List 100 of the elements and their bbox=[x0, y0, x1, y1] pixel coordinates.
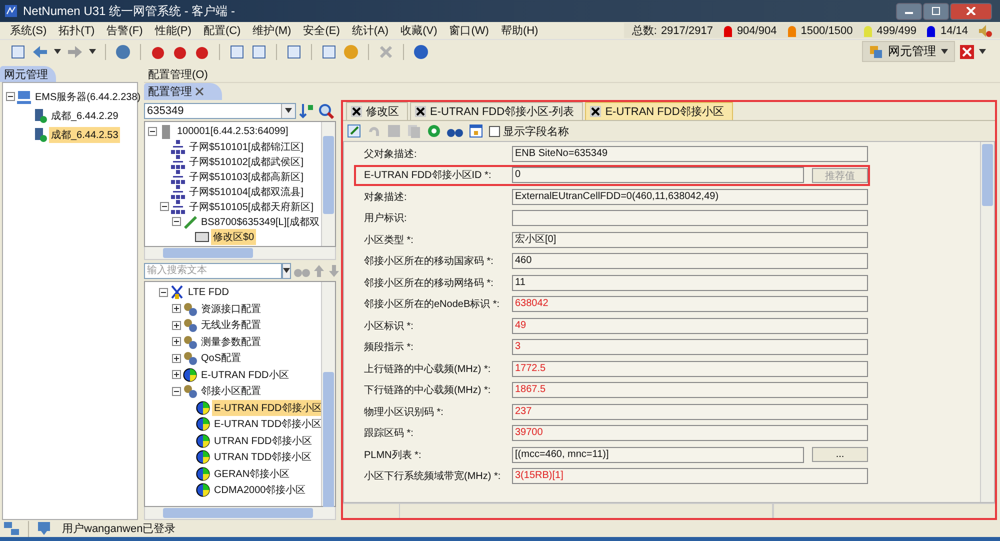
input-field[interactable]: ExternalEUtranCellFDD=0(460,11,638042,49) bbox=[512, 188, 868, 205]
scrollbar[interactable] bbox=[144, 247, 336, 260]
tree-item[interactable]: UTRAN FDD邻接小区 bbox=[212, 432, 314, 449]
tree-item[interactable]: 子网$510103[成都高新区] bbox=[187, 168, 306, 184]
scrollbar[interactable] bbox=[321, 122, 335, 246]
input-field[interactable]: 1867.5 bbox=[512, 382, 868, 398]
menu-item[interactable]: 性能(P) bbox=[148, 23, 198, 38]
expander-icon[interactable] bbox=[172, 370, 181, 380]
expander-icon[interactable] bbox=[148, 127, 157, 136]
expander-icon[interactable] bbox=[172, 217, 181, 226]
tree-item[interactable]: 子网$510101[成都锦江区] bbox=[187, 138, 306, 154]
menu-item[interactable]: 配置(C) bbox=[197, 23, 247, 38]
tree-item[interactable]: 测量参数配置 bbox=[199, 334, 263, 350]
input-field[interactable]: 49 bbox=[512, 318, 868, 334]
view-tab[interactable]: 配置管理 bbox=[144, 83, 222, 100]
close-icon[interactable] bbox=[590, 106, 602, 117]
expander-icon[interactable] bbox=[172, 337, 181, 346]
menu-item[interactable]: 告警(F) bbox=[100, 23, 149, 38]
tree-item[interactable]: 子网$510102[成都武侯区] bbox=[187, 154, 306, 170]
caret-icon[interactable] bbox=[979, 49, 986, 54]
expander-icon[interactable] bbox=[172, 304, 181, 314]
tree-item[interactable]: CDMA2000邻接小区 bbox=[212, 482, 308, 498]
editor-tab[interactable]: E-UTRAN FDD邻接小区-列表 bbox=[410, 102, 584, 120]
perspective-button[interactable]: 网元管理 bbox=[862, 41, 955, 62]
window-icon[interactable] bbox=[469, 124, 483, 138]
input-field[interactable]: 3 bbox=[512, 339, 868, 356]
tree-item[interactable]: LTE FDD bbox=[186, 286, 231, 299]
input-field[interactable]: 11 bbox=[512, 274, 868, 291]
tree-item[interactable]: 邻接小区配置 bbox=[199, 383, 263, 400]
device-icon bbox=[33, 108, 47, 122]
field-label: E-UTRAN FDD邻接小区ID *: bbox=[363, 168, 492, 182]
menu-item[interactable]: 拓扑(T) bbox=[52, 23, 101, 38]
expander-icon[interactable] bbox=[6, 92, 15, 101]
field-button[interactable]: ... bbox=[812, 447, 868, 462]
window-icon[interactable] bbox=[229, 44, 245, 60]
edit-icon[interactable] bbox=[347, 124, 361, 138]
tree-item[interactable]: 资源接口配置 bbox=[199, 300, 263, 317]
input-field[interactable]: 宏小区[0] bbox=[512, 232, 868, 248]
tree-item[interactable]: E-UTRAN TDD邻接小区 bbox=[212, 416, 321, 432]
tree-item[interactable]: 子网$510104[成都双流县] bbox=[187, 184, 306, 200]
menu-item[interactable]: 系统(S) bbox=[4, 23, 53, 38]
input-field[interactable]: 0 bbox=[512, 167, 804, 184]
tree-item[interactable]: UTRAN TDD邻接小区 bbox=[212, 449, 314, 466]
back-icon[interactable] bbox=[32, 44, 48, 60]
editor-tab[interactable]: E-UTRAN FDD邻接小区 bbox=[585, 102, 733, 120]
tree-item[interactable]: 成都_6.44.2.29 bbox=[49, 108, 120, 124]
menu-item[interactable]: 维护(M) bbox=[246, 23, 298, 38]
close-button[interactable] bbox=[950, 2, 992, 20]
input-field[interactable]: 1772.5 bbox=[512, 360, 868, 377]
caret-icon[interactable] bbox=[54, 49, 61, 54]
editor-tab[interactable]: 修改区 bbox=[346, 102, 408, 120]
close-icon[interactable] bbox=[351, 106, 362, 117]
window-icon[interactable] bbox=[251, 44, 267, 60]
expander-icon[interactable] bbox=[160, 202, 169, 211]
tree-item[interactable]: 子网$510105[成都天府新区] bbox=[187, 198, 316, 214]
search-icon[interactable] bbox=[318, 102, 334, 118]
tree-item[interactable]: 修改区$0 bbox=[211, 228, 256, 244]
scrollbar[interactable] bbox=[980, 142, 994, 502]
maximize-button[interactable] bbox=[923, 2, 949, 20]
expander-icon[interactable] bbox=[172, 354, 181, 363]
tree-item[interactable]: 无线业务配置 bbox=[199, 317, 263, 334]
refresh-icon[interactable] bbox=[427, 124, 441, 138]
panel-tab[interactable]: 网元管理 bbox=[0, 66, 56, 82]
menu-item[interactable]: 窗口(W) bbox=[443, 23, 495, 38]
expander-icon[interactable] bbox=[159, 288, 168, 297]
tree-item[interactable]: GERAN邻接小区 bbox=[212, 466, 292, 482]
pie-icon bbox=[183, 368, 197, 382]
ne-selector[interactable]: 635349 bbox=[144, 102, 296, 118]
speaker-muted-icon[interactable] bbox=[978, 24, 992, 38]
input-field[interactable]: 638042 bbox=[512, 296, 868, 312]
input-field[interactable] bbox=[512, 210, 868, 226]
search-field[interactable]: 输入搜索文本 bbox=[144, 262, 282, 278]
expander-icon[interactable] bbox=[172, 386, 181, 396]
tree-item[interactable]: EMS服务器(6.44.2.238) bbox=[33, 88, 143, 104]
tree-item[interactable]: 成都_6.44.2.53 bbox=[49, 126, 120, 142]
gear-icon bbox=[183, 351, 197, 366]
expander-icon[interactable] bbox=[172, 320, 181, 330]
show-field-names-checkbox[interactable]: 显示字段名称 bbox=[489, 124, 569, 138]
menu-item[interactable]: 收藏(V) bbox=[394, 23, 444, 38]
scrollbar[interactable] bbox=[144, 507, 336, 520]
input-field[interactable]: ENB SiteNo=635349 bbox=[512, 146, 868, 162]
tree-item[interactable]: E-UTRAN FDD邻接小区 bbox=[212, 400, 321, 416]
tree-item[interactable]: QoS配置 bbox=[199, 350, 244, 366]
scrollbar[interactable] bbox=[321, 282, 335, 506]
close-icon[interactable] bbox=[415, 106, 426, 117]
caret-icon[interactable] bbox=[89, 49, 96, 54]
input-field[interactable]: 3(15RB)[1] bbox=[512, 468, 868, 484]
dropdown-button[interactable] bbox=[282, 262, 291, 278]
input-field[interactable]: 39700 bbox=[512, 425, 868, 442]
sort-icon[interactable] bbox=[299, 102, 315, 118]
menu-item[interactable]: 统计(A) bbox=[346, 23, 395, 38]
minimize-button[interactable] bbox=[896, 2, 922, 20]
tree-item[interactable]: 100001[6.44.2.53:64099] bbox=[175, 125, 290, 138]
tree-item[interactable]: E-UTRAN FDD小区 bbox=[199, 366, 291, 383]
input-field[interactable]: [(mcc=460, mnc=11)] bbox=[512, 446, 804, 463]
menu-item[interactable]: 安全(E) bbox=[297, 23, 346, 38]
tree-item[interactable]: BS8700$635349[L][成都双 bbox=[199, 214, 321, 230]
input-field[interactable]: 460 bbox=[512, 253, 868, 270]
input-field[interactable]: 237 bbox=[512, 404, 868, 420]
menu-item[interactable]: 帮助(H) bbox=[494, 23, 544, 38]
